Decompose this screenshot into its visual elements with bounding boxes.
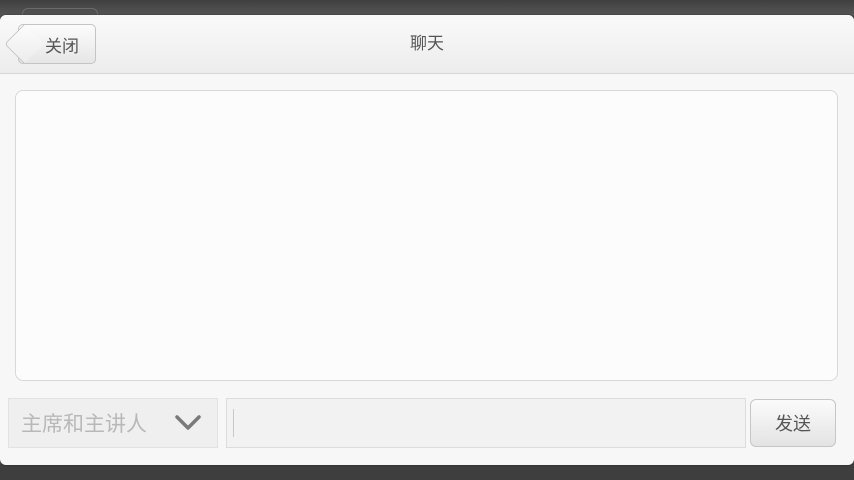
send-button[interactable]: 发送: [750, 399, 836, 447]
chat-messages-area[interactable]: [15, 90, 838, 381]
close-button-label: 关闭: [45, 36, 79, 57]
recipient-select[interactable]: 主席和主讲人: [8, 398, 218, 448]
recipient-value: 主席和主讲人: [21, 412, 147, 436]
chevron-down-icon: [173, 408, 203, 438]
page-title: 聊天: [410, 34, 444, 54]
close-button[interactable]: 关闭: [4, 24, 96, 64]
text-caret: [233, 409, 234, 437]
message-input[interactable]: [226, 398, 746, 448]
bottom-bar: [0, 464, 854, 480]
chat-dialog: 聊天 关闭 主席和主讲人 发送: [0, 15, 854, 465]
status-bar: [0, 0, 854, 19]
dialog-header: 聊天 关闭: [0, 15, 854, 74]
